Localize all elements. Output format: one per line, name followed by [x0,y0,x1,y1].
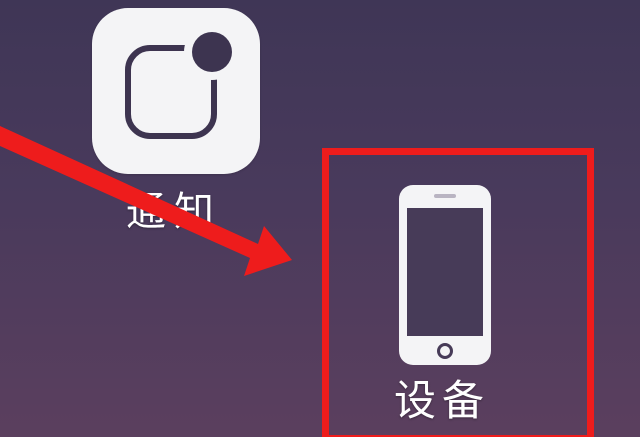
highlight-box [322,148,594,437]
home-screen: { "apps": { "notifications": { "label": … [0,0,640,437]
notifications-app-tile[interactable] [92,8,260,174]
notification-badge-icon [125,24,240,139]
notifications-app-label: 通知 [126,189,222,235]
